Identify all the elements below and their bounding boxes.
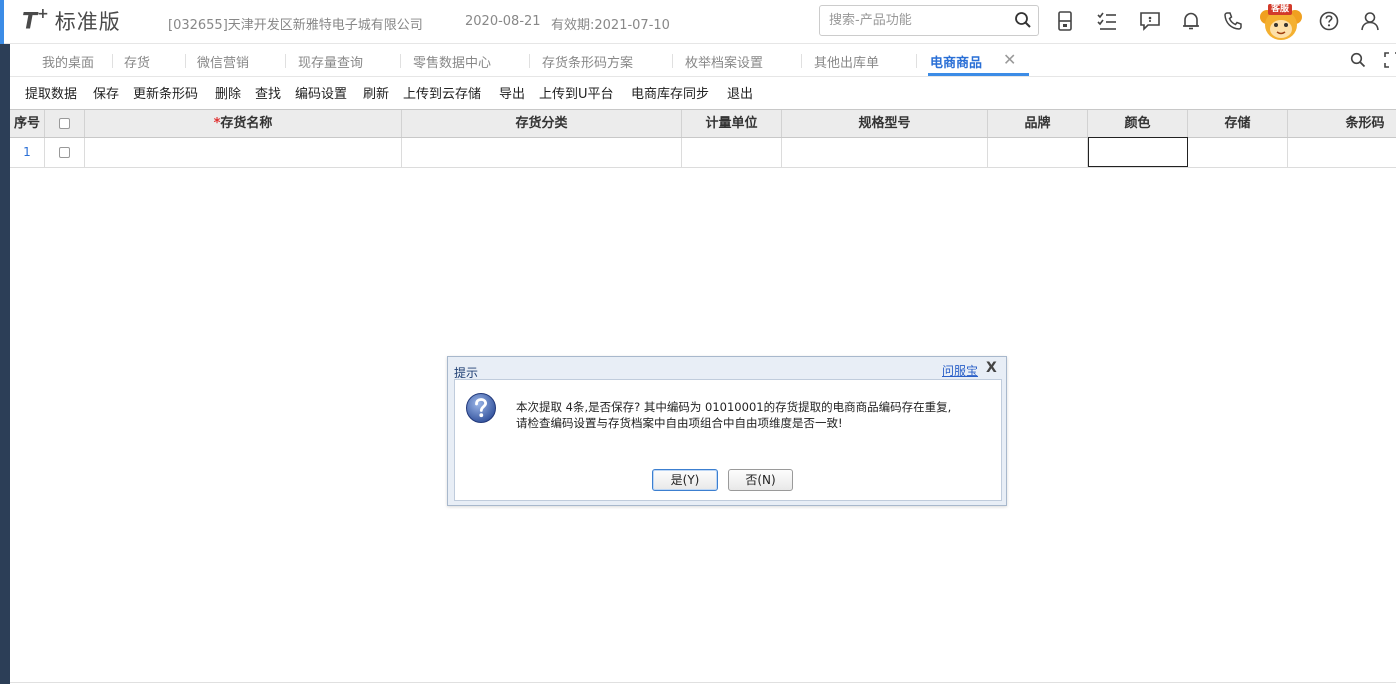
select-all-checkbox[interactable] [59,118,70,129]
export-button[interactable]: 导出 [499,83,525,102]
col-header-storage[interactable]: 存储 [1188,110,1288,137]
bell-icon[interactable] [1180,10,1202,32]
grid-header: 序号 *存货名称 存货分类 计量单位 规格型号 品牌 颜色 存储 条形码 [10,109,1396,138]
search-icon[interactable] [1014,11,1032,29]
find-button[interactable]: 查找 [255,83,281,102]
col-header-barcode[interactable]: 条形码 [1288,110,1396,137]
col-header-spec-model[interactable]: 规格型号 [782,110,988,137]
top-header: T+ 标准版 [032655]天津开发区新雅特电子城有限公司 2020-08-2… [0,0,1396,44]
row-select-cell[interactable] [45,138,85,167]
exit-button[interactable]: 退出 [727,83,753,102]
tab-wechat-marketing[interactable]: 微信营销 [197,52,249,71]
tab-barcode-scheme[interactable]: 存货条形码方案 [542,52,633,71]
tab-bar: 我的桌面 存货 微信营销 现存量查询 零售数据中心 存货条形码方案 枚举档案设置… [10,44,1396,77]
delete-button[interactable]: 删除 [215,83,241,102]
footer-divider [10,682,1396,683]
upload-u-platform-button[interactable]: 上传到U平台 [539,83,614,102]
logo-mark: T+ [22,5,49,35]
search-input[interactable] [829,6,1009,35]
col-header-brand[interactable]: 品牌 [988,110,1088,137]
fullscreen-icon[interactable] [1384,52,1396,68]
col-header-index[interactable]: 序号 [10,110,45,137]
user-icon[interactable] [1359,10,1381,32]
tab-separator [916,54,917,68]
col-header-select[interactable] [45,110,85,137]
message-icon[interactable] [1139,10,1161,32]
tab-my-desktop[interactable]: 我的桌面 [42,52,94,71]
tab-separator [801,54,802,68]
tab-inventory[interactable]: 存货 [124,52,150,71]
logo-edition-name: 标准版 [54,10,121,34]
refresh-button[interactable]: 刷新 [363,83,389,102]
update-barcode-button[interactable]: 更新条形码 [133,83,198,102]
mascot-label: 客服 [1270,4,1289,14]
phone-icon[interactable] [1222,10,1244,32]
tasks-icon[interactable] [1096,10,1118,32]
license-validity: 有效期:2021-07-10 [551,18,670,33]
header-accent-strip [0,0,4,44]
code-settings-button[interactable]: 编码设置 [295,83,347,102]
tab-separator [285,54,286,68]
cell-spec-model[interactable] [782,138,988,167]
tab-stock-query[interactable]: 现存量查询 [298,52,363,71]
tab-separator [400,54,401,68]
product-search [819,5,1039,36]
cell-item-category[interactable] [402,138,682,167]
action-toolbar: 提取数据 保存 更新条形码 删除 查找 编码设置 刷新 上传到云存储 导出 上传… [10,77,1396,107]
tab-search-icon[interactable] [1350,52,1366,68]
tab-separator [185,54,186,68]
no-button[interactable]: 否(N) [728,469,793,491]
tab-separator [112,54,113,68]
prompt-dialog: 提示 问服宝 X 本次提取 4条,是否保存? 其中编码为 01010001的存货… [447,356,1007,506]
dialog-help-link[interactable]: 问服宝 [942,362,978,379]
row-index: 1 [10,138,45,167]
dialog-message-line-2: 请检查编码设置与存货档案中自由项组合中自由项维度是否一致! [516,416,843,430]
col-header-unit[interactable]: 计量单位 [682,110,782,137]
col-header-item-name[interactable]: *存货名称 [85,110,402,137]
app-logo[interactable]: T+ 标准版 [22,6,121,36]
col-header-item-category[interactable]: 存货分类 [402,110,682,137]
cell-item-name[interactable] [85,138,402,167]
active-tab-indicator [928,73,1029,76]
cell-storage[interactable] [1188,138,1288,167]
ecommerce-stock-sync-button[interactable]: 电商库存同步 [631,83,709,102]
app-window: T+ 标准版 [032655]天津开发区新雅特电子城有限公司 2020-08-2… [0,0,1396,684]
cell-brand[interactable] [988,138,1088,167]
calculator-icon[interactable] [1054,10,1076,32]
col-header-color[interactable]: 颜色 [1088,110,1188,137]
dialog-message-line-1: 本次提取 4条,是否保存? 其中编码为 01010001的存货提取的电商商品编码… [516,400,952,414]
table-row[interactable]: 1 [10,137,1396,168]
cell-color[interactable] [1088,137,1188,167]
row-checkbox[interactable] [59,147,70,158]
cell-unit[interactable] [682,138,782,167]
tab-separator [672,54,673,68]
dialog-body: 本次提取 4条,是否保存? 其中编码为 01010001的存货提取的电商商品编码… [454,379,1002,501]
yes-button[interactable]: 是(Y) [652,469,718,491]
dialog-close-button[interactable]: X [986,360,997,376]
extract-data-button[interactable]: 提取数据 [25,83,77,102]
upload-cloud-storage-button[interactable]: 上传到云存储 [403,83,481,102]
help-icon[interactable] [1318,10,1340,32]
company-name: [032655]天津开发区新雅特电子城有限公司 [168,18,423,33]
question-icon [466,393,496,423]
tab-other-outbound[interactable]: 其他出库单 [814,52,879,71]
save-button[interactable]: 保存 [93,83,119,102]
close-tab-icon[interactable]: ✕ [1003,50,1016,69]
tab-ecommerce-goods[interactable]: 电商商品 [930,52,982,71]
tab-enum-archive-settings[interactable]: 枚举档案设置 [685,52,763,71]
cell-barcode[interactable] [1288,138,1396,167]
tab-separator [529,54,530,68]
left-nav-rail [0,44,10,684]
login-date: 2020-08-21 [465,14,541,29]
tab-retail-data-center[interactable]: 零售数据中心 [413,52,491,71]
